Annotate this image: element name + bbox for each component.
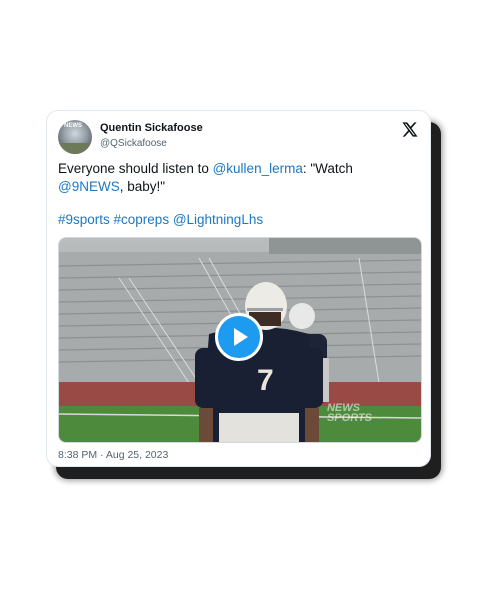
tweet-text-middle: : "Watch bbox=[302, 161, 353, 176]
author-handle[interactable]: @QSickafoose bbox=[100, 138, 167, 149]
video-thumbnail[interactable]: 7 NEWS SPORTS bbox=[58, 237, 422, 443]
tweet-hashtags[interactable]: #9sports #copreps @LightningLhs bbox=[58, 212, 263, 227]
tweet-text-suffix: , baby!" bbox=[119, 179, 166, 194]
play-icon bbox=[234, 328, 248, 346]
mention-9news[interactable]: @9NEWS bbox=[58, 179, 120, 194]
jersey-number: 7 bbox=[257, 364, 274, 397]
tweet-text: Everyone should listen to @kullen_lerma:… bbox=[58, 160, 418, 196]
mention-kullen-lerma[interactable]: @kullen_lerma bbox=[213, 161, 303, 176]
x-logo-icon[interactable] bbox=[401, 121, 418, 138]
play-button[interactable] bbox=[215, 313, 263, 361]
tweet-timestamp[interactable]: 8:38 PM · Aug 25, 2023 bbox=[58, 449, 168, 461]
tweet-card[interactable]: NEWS Quentin Sickafoose @QSickafoose Eve… bbox=[46, 110, 431, 467]
tweet-text-prefix: Everyone should listen to bbox=[58, 161, 213, 176]
avatar-label: NEWS bbox=[64, 123, 82, 129]
broadcast-watermark: NEWS SPORTS bbox=[326, 402, 372, 424]
author-name[interactable]: Quentin Sickafoose bbox=[100, 122, 203, 134]
author-avatar[interactable]: NEWS bbox=[58, 120, 92, 154]
